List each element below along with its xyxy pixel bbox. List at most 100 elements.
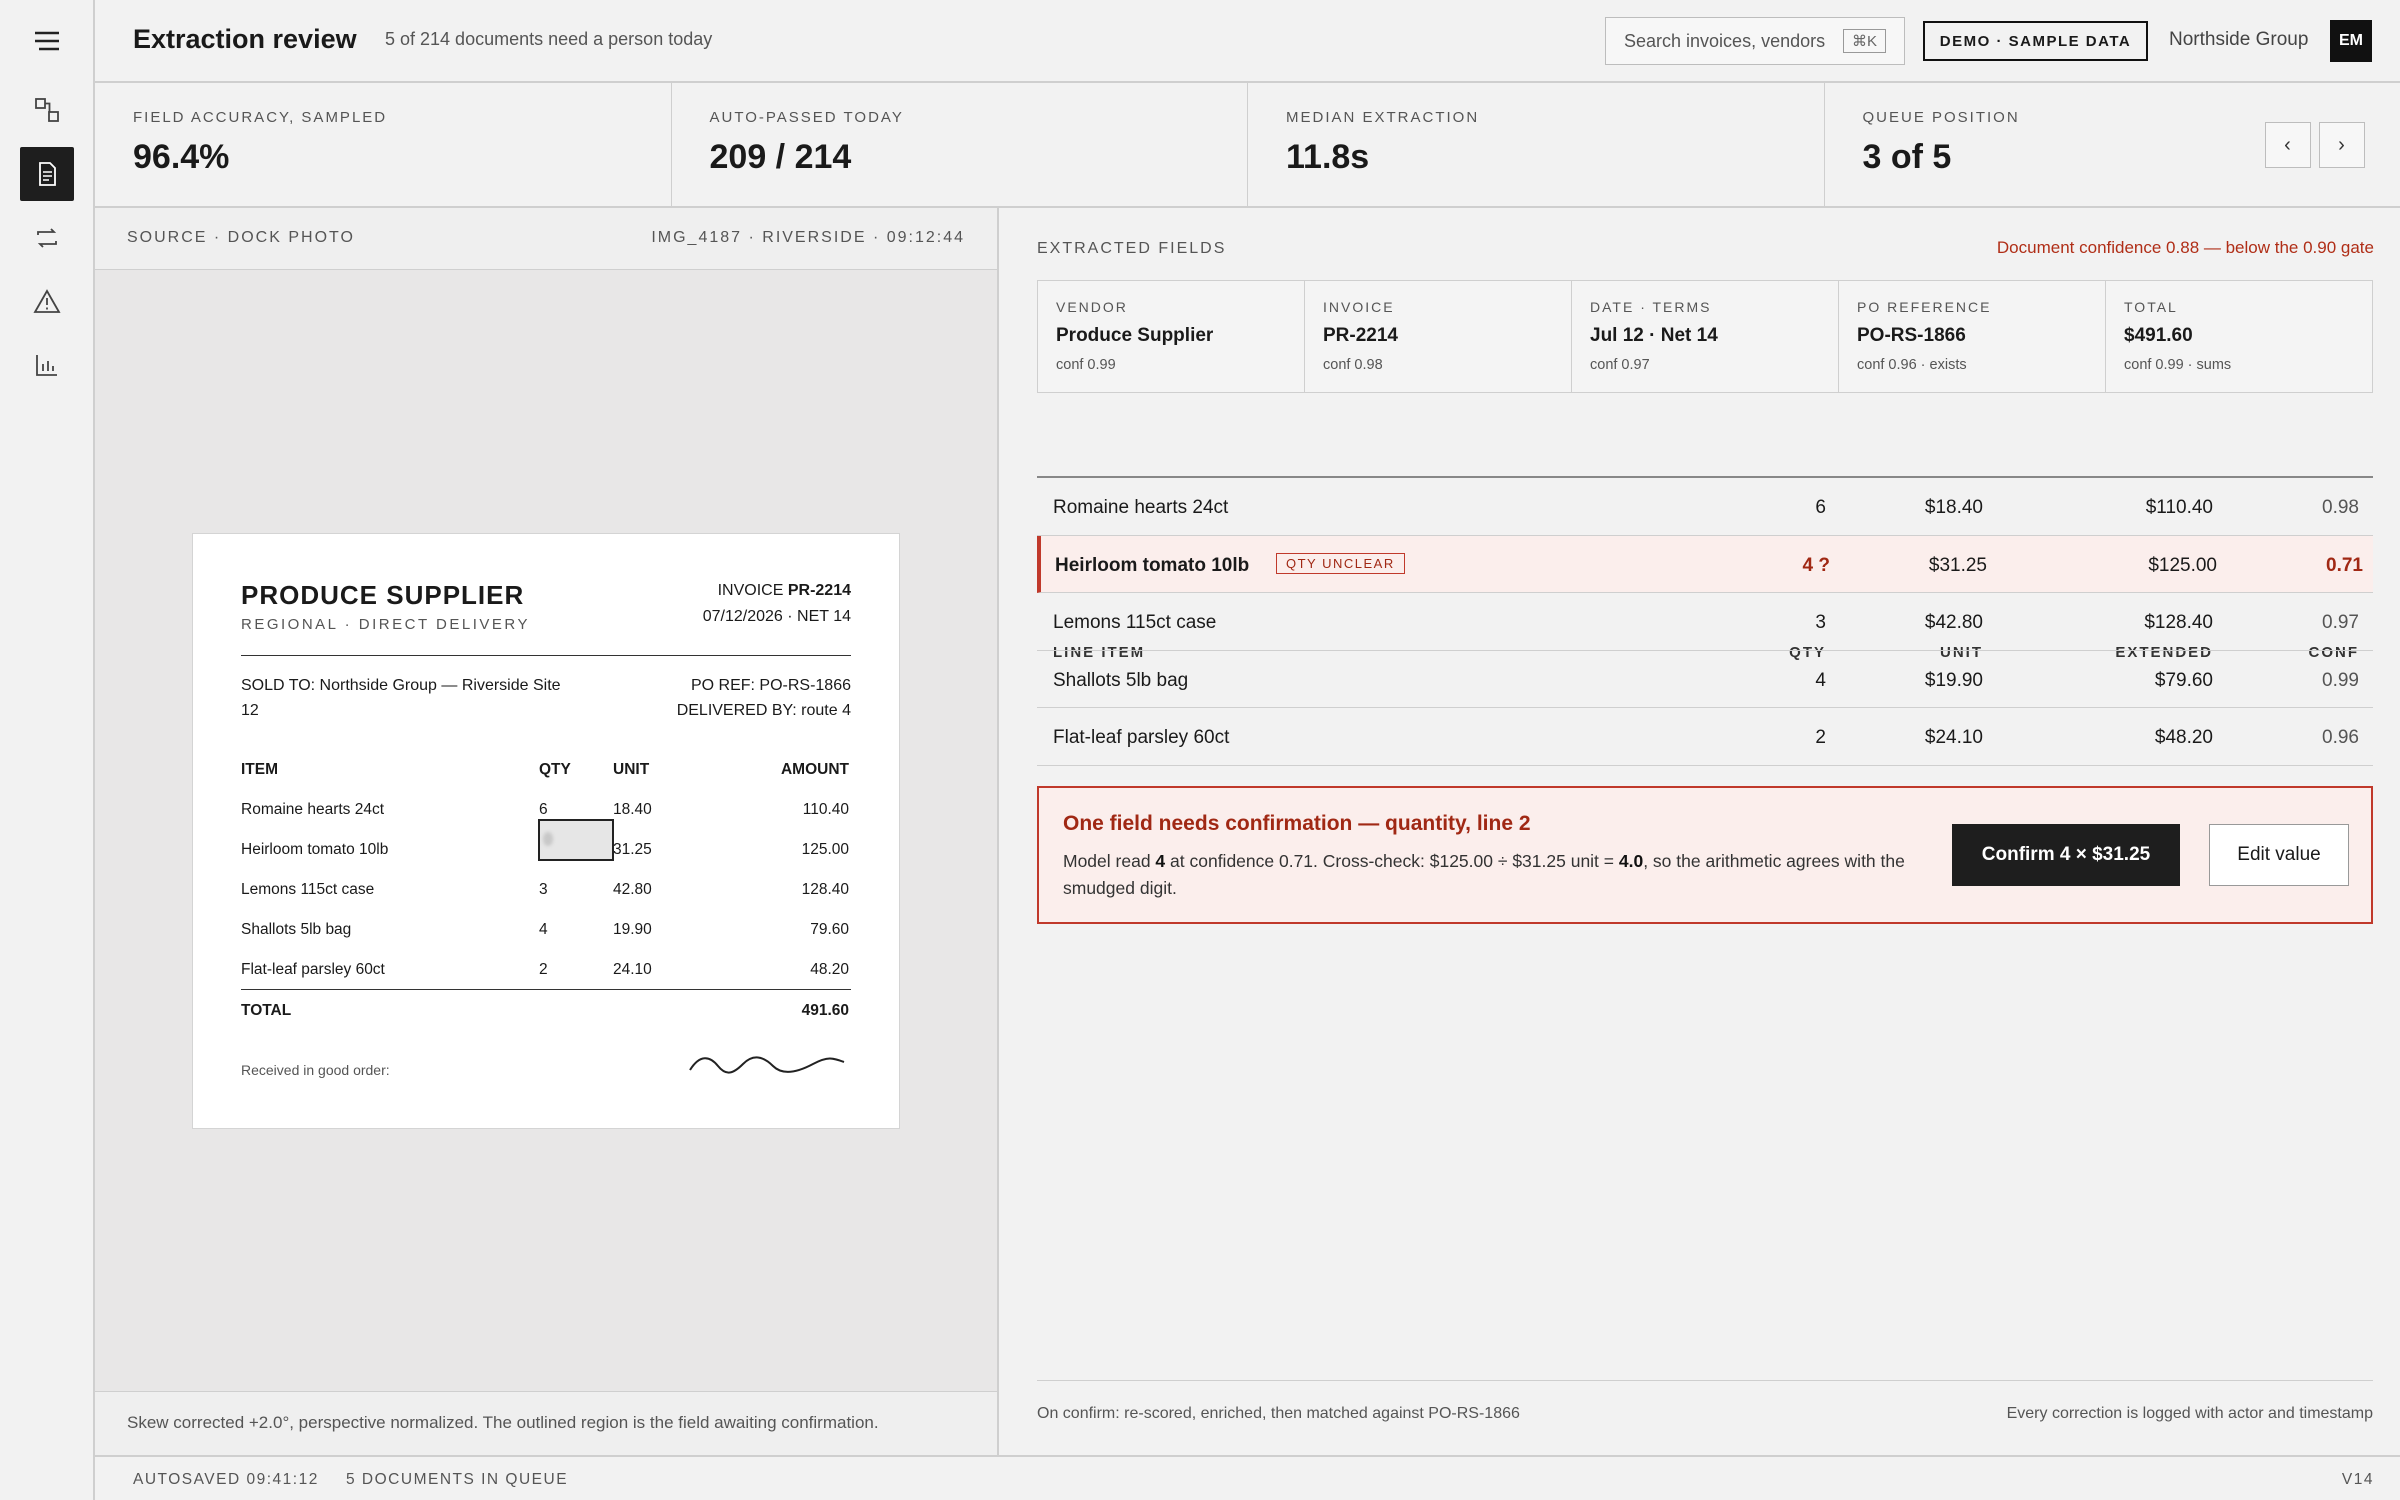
received-note: Received in good order: [241, 1062, 390, 1078]
source-pane: SOURCE · DOCK PHOTO IMG_4187 · RIVERSIDE… [95, 208, 999, 1455]
field-po-reference[interactable]: PO REFERENCE PO-RS-1866 conf 0.96 · exis… [1839, 281, 2106, 392]
row-item: Heirloom tomato 10lb [1055, 554, 1250, 576]
row-item: Romaine hearts 24ct [1053, 497, 1229, 518]
awaiting-field-outline[interactable] [538, 819, 614, 861]
field-value: Jul 12 · Net 14 [1590, 325, 1718, 346]
body-text: at confidence 0.71. Cross-check: $125.00… [1165, 851, 1619, 871]
invoice-row: Flat-leaf parsley 60ct 2 24.10 48.20 [241, 949, 851, 989]
row-extended: $128.40 [2144, 612, 2213, 633]
row-amount: 125.00 [801, 841, 849, 858]
field-label: PO REFERENCE [1857, 299, 1992, 315]
field-date-terms[interactable]: DATE · TERMS Jul 12 · Net 14 conf 0.97 [1572, 281, 1839, 392]
col-unit: UNIT [613, 761, 650, 778]
table-row[interactable]: Flat-leaf parsley 60ct 2 $24.10 $48.20 0… [1037, 708, 2373, 766]
sidebar-item-exceptions[interactable] [20, 275, 74, 329]
org-switcher[interactable]: Northside Group [2169, 29, 2308, 51]
row-qty: 3 [539, 881, 548, 898]
field-conf: conf 0.99 [1056, 357, 1116, 373]
source-meta: IMG_4187 · RIVERSIDE · 09:12:44 [651, 229, 965, 246]
avatar[interactable]: EM [2330, 20, 2372, 62]
row-conf: 0.98 [2322, 497, 2359, 518]
table-row[interactable]: Lemons 115ct case 3 $42.80 $128.40 0.97 [1037, 593, 2373, 651]
extraction-footer: On confirm: re-scored, enriched, then ma… [1037, 1380, 2373, 1422]
row-unit: 19.90 [613, 921, 652, 938]
kpi-label: QUEUE POSITION [1862, 109, 2020, 126]
invoice-tagline: REGIONAL · DIRECT DELIVERY [241, 616, 530, 633]
row-item: Heirloom tomato 10lb [241, 841, 389, 858]
demo-badge: DEMO · SAMPLE DATA [1923, 21, 2148, 61]
row-qty: 3 [1815, 612, 1826, 633]
invoice-vendor: PRODUCE SUPPLIER [241, 580, 525, 610]
line-items-table: LINE ITEM QTY UNIT EXTENDED CONF Romaine… [1037, 418, 2373, 766]
confidence-warning: Document confidence 0.88 — below the 0.9… [1996, 238, 2374, 257]
field-total[interactable]: TOTAL $491.60 conf 0.99 · sums [2106, 281, 2372, 392]
extraction-pane: EXTRACTED FIELDS Document confidence 0.8… [999, 208, 2400, 1455]
row-extended: $110.40 [2145, 497, 2213, 518]
field-conf: conf 0.99 · sums [2124, 357, 2232, 373]
page-subtitle: 5 of 214 documents need a person today [385, 29, 713, 49]
model-read-value: 4 [1155, 851, 1166, 871]
queue-prev-button[interactable]: ‹ [2264, 122, 2311, 168]
autosave-status: AUTOSAVED 09:41:12 [133, 1471, 319, 1488]
kpi-value: 209 / 214 [709, 138, 852, 176]
search-input[interactable]: Search invoices, vendors ⌘K [1605, 17, 1905, 65]
row-conf: 0.96 [2322, 727, 2359, 748]
warning-icon [33, 289, 61, 313]
extracted-label: EXTRACTED FIELDS [1037, 240, 1227, 257]
field-label: DATE · TERMS [1590, 299, 1712, 315]
edit-value-button[interactable]: Edit value [2209, 824, 2349, 886]
source-header: SOURCE · DOCK PHOTO IMG_4187 · RIVERSIDE… [95, 208, 997, 270]
bar-chart-icon [36, 355, 57, 376]
row-conf: 0.99 [2322, 669, 2359, 691]
row-amount: 128.40 [801, 881, 849, 898]
field-value: $491.60 [2124, 325, 2193, 346]
table-row-flagged[interactable]: Heirloom tomato 10lb QTY UNCLEAR 4 ? $31… [1037, 535, 2373, 593]
po-ref-block: PO REF: PO-RS-1866 DELIVERED BY: route 4 [677, 673, 851, 723]
kpi-field-accuracy: FIELD ACCURACY, SAMPLED 96.4% [95, 83, 672, 206]
invoice-row: Lemons 115ct case 3 42.80 128.40 [241, 869, 851, 909]
delivered-by: DELIVERED BY: route 4 [676, 702, 851, 719]
field-vendor[interactable]: VENDOR Produce Supplier conf 0.99 [1038, 281, 1305, 392]
sidebar-item-analytics[interactable] [20, 338, 74, 392]
smudged-digit [543, 832, 553, 846]
invoice-image[interactable]: PRODUCE SUPPLIER REGIONAL · DIRECT DELIV… [192, 533, 900, 1129]
po-ref: PO REF: PO-RS-1866 [690, 677, 851, 694]
sidebar-item-documents[interactable] [20, 147, 74, 201]
field-conf: conf 0.96 · exists [1857, 357, 1967, 373]
row-item: Romaine hearts 24ct [241, 801, 385, 818]
confirm-button[interactable]: Confirm 4 × $31.25 [1952, 824, 2180, 886]
row-qty: 4 ? [1802, 554, 1830, 576]
table-row[interactable]: Romaine hearts 24ct 6 $18.40 $110.40 0.9… [1037, 478, 2373, 536]
sidebar-item-workflow[interactable] [20, 83, 74, 137]
queue-next-button[interactable]: › [2318, 122, 2365, 168]
hamburger-icon [35, 31, 59, 51]
invoice-number-block: INVOICE PR-2214 07/12/2026 · NET 14 [703, 578, 851, 630]
row-item: Shallots 5lb bag [241, 921, 352, 938]
table-row[interactable]: Shallots 5lb bag 4 $19.90 $79.60 0.99 [1037, 651, 2373, 708]
row-unit: 24.10 [613, 961, 652, 978]
kpi-label: AUTO-PASSED TODAY [709, 109, 904, 126]
invoice-table-header: ITEM QTY UNIT AMOUNT [241, 749, 851, 789]
row-extended: $79.60 [2154, 669, 2213, 691]
kpi-label: FIELD ACCURACY, SAMPLED [133, 109, 388, 126]
audit-note: Every correction is logged with actor an… [2006, 1405, 2373, 1422]
row-unit: 18.40 [613, 801, 652, 818]
row-extended: $48.20 [2154, 727, 2213, 748]
calc-value: 4.0 [1618, 851, 1644, 871]
confirmation-title: One field needs confirmation — quantity,… [1063, 812, 1531, 835]
document-icon [39, 162, 56, 186]
row-unit: $18.40 [1924, 497, 1983, 518]
queue-count: 5 DOCUMENTS IN QUEUE [346, 1471, 569, 1488]
field-invoice[interactable]: INVOICE PR-2214 conf 0.98 [1305, 281, 1572, 392]
sidebar-item-reprocess[interactable] [20, 211, 74, 265]
on-confirm-note: On confirm: re-scored, enriched, then ma… [1037, 1405, 1520, 1422]
field-label: VENDOR [1056, 299, 1128, 315]
kpi-value: 3 of 5 [1862, 138, 1952, 176]
field-conf: conf 0.98 [1323, 357, 1383, 373]
kpi-value: 96.4% [133, 138, 230, 176]
menu-button[interactable] [20, 14, 74, 68]
line-items-header: LINE ITEM QTY UNIT EXTENDED CONF [1037, 418, 2373, 661]
row-amount: 110.40 [802, 801, 849, 818]
kpi-median-extraction: MEDIAN EXTRACTION 11.8s [1248, 83, 1825, 206]
status-bar: AUTOSAVED 09:41:12 5 DOCUMENTS IN QUEUE … [95, 1455, 2400, 1500]
